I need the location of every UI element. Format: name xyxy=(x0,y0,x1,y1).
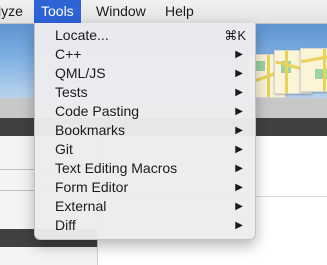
menu-item-qml-js[interactable]: QML/JS ▶ xyxy=(35,64,255,83)
menubar-item-help[interactable]: Help xyxy=(165,0,194,23)
menu-item-label: Locate... xyxy=(55,27,109,43)
menu-item-label: C++ xyxy=(55,46,82,62)
menu-item-git[interactable]: Git ▶ xyxy=(35,140,255,159)
menu-item-bookmarks[interactable]: Bookmarks ▶ xyxy=(35,121,255,140)
tools-menu: Locate... ⌘K C++ ▶ QML/JS ▶ Tests ▶ Code… xyxy=(34,23,256,240)
menu-item-diff[interactable]: Diff ▶ xyxy=(35,216,255,235)
menubar-item-tools[interactable]: Tools xyxy=(34,0,81,23)
menu-item-label: External xyxy=(55,198,107,214)
shortcut-label: ⌘K xyxy=(224,28,246,43)
menu-item-external[interactable]: External ▶ xyxy=(35,197,255,216)
submenu-arrow-icon: ▶ xyxy=(235,106,243,117)
menu-item-label: Diff xyxy=(55,217,76,233)
menu-item-cpp[interactable]: C++ ▶ xyxy=(35,45,255,64)
menu-item-code-pasting[interactable]: Code Pasting ▶ xyxy=(35,102,255,121)
submenu-arrow-icon: ▶ xyxy=(235,68,243,79)
menu-bar: lyze Tools Window Help xyxy=(0,0,327,24)
menu-item-locate[interactable]: Locate... ⌘K xyxy=(35,26,255,45)
submenu-arrow-icon: ▶ xyxy=(235,163,243,174)
menu-item-label: Git xyxy=(55,141,73,157)
submenu-arrow-icon: ▶ xyxy=(235,125,243,136)
menu-item-label: Code Pasting xyxy=(55,103,140,119)
submenu-arrow-icon: ▶ xyxy=(235,220,243,231)
menu-item-tests[interactable]: Tests ▶ xyxy=(35,83,255,102)
menubar-item-window[interactable]: Window xyxy=(96,0,146,23)
menu-item-label: QML/JS xyxy=(55,65,106,81)
submenu-arrow-icon: ▶ xyxy=(235,201,243,212)
menu-item-label: Tests xyxy=(55,84,88,100)
menu-item-text-editing-macros[interactable]: Text Editing Macros ▶ xyxy=(35,159,255,178)
menu-item-label: Bookmarks xyxy=(55,122,126,138)
map-thumbnail xyxy=(300,48,327,92)
menu-item-label: Form Editor xyxy=(55,179,129,195)
submenu-arrow-icon: ▶ xyxy=(235,87,243,98)
menu-item-form-editor[interactable]: Form Editor ▶ xyxy=(35,178,255,197)
menubar-item-analyze[interactable]: lyze xyxy=(0,0,23,23)
menu-item-label: Text Editing Macros xyxy=(55,160,178,176)
submenu-arrow-icon: ▶ xyxy=(235,49,243,60)
submenu-arrow-icon: ▶ xyxy=(235,144,243,155)
submenu-arrow-icon: ▶ xyxy=(235,182,243,193)
